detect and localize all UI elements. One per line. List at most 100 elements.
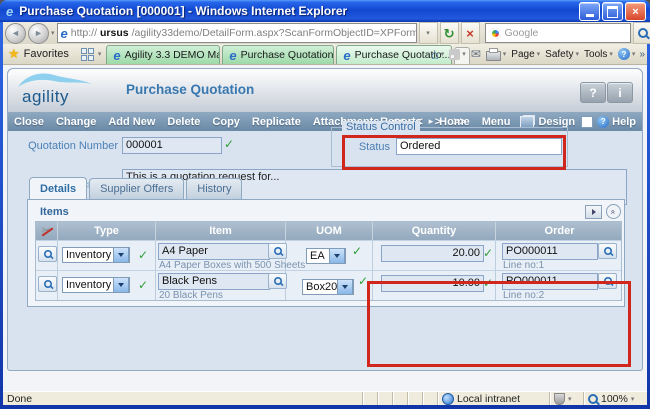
column-quantity: Quantity xyxy=(373,222,496,240)
feeds-button[interactable]: ▾ xyxy=(448,49,467,60)
copy-button[interactable]: Copy xyxy=(206,113,246,131)
app-info-button[interactable]: i xyxy=(607,82,633,103)
change-button[interactable]: Change xyxy=(50,113,102,131)
tab-label: Purchase Quotations xyxy=(241,49,335,61)
close-menu-button[interactable]: Close xyxy=(8,113,50,131)
design-icon xyxy=(520,116,534,128)
address-bar: ◄ ► ▾ e http://ursus/agility33demo/Detai… xyxy=(3,22,647,44)
favorites-button[interactable]: ★ Favorites ▾ xyxy=(3,44,106,64)
uom-select[interactable]: Box20 xyxy=(302,279,354,295)
read-mail-button[interactable]: ✉ xyxy=(470,48,482,60)
type-select[interactable]: Inventory xyxy=(62,247,130,263)
star-icon: ★ xyxy=(8,46,20,62)
address-dropdown-button[interactable]: ▾ xyxy=(419,22,438,44)
uom-select[interactable]: EA xyxy=(306,248,346,264)
help-menu[interactable]: ?▾ xyxy=(617,48,637,60)
chevron-down-icon: ▾ xyxy=(462,50,466,58)
order-field[interactable]: PO000011 xyxy=(502,273,598,290)
forward-button[interactable]: ► xyxy=(28,23,49,44)
replicate-button[interactable]: Replicate xyxy=(246,113,307,131)
magnifier-icon xyxy=(44,280,52,288)
quantity-field[interactable]: 20.00 xyxy=(381,245,484,262)
status-field[interactable]: Ordered xyxy=(396,138,562,155)
history-dropdown-icon[interactable]: ▾ xyxy=(51,29,55,37)
status-control-group: Status Control Status Ordered xyxy=(331,127,568,167)
delete-row-icon[interactable]: ✂ xyxy=(42,226,51,237)
home-button[interactable]: ⌂▾ xyxy=(430,48,445,61)
chevron-down-icon[interactable]: ▾ xyxy=(98,50,102,58)
search-input[interactable]: Google xyxy=(485,23,631,43)
close-button[interactable]: × xyxy=(625,2,646,21)
zoom-control[interactable]: 100% ▾ xyxy=(583,392,647,405)
browser-tab-1[interactable]: e Agility 3.3 DEMO Mast... xyxy=(106,45,220,64)
select-arrow-icon xyxy=(337,279,353,295)
collapse-section-icon[interactable]: » xyxy=(606,204,621,219)
zoom-icon xyxy=(588,394,598,404)
order-lookup-button[interactable] xyxy=(598,273,617,289)
ie-icon: e xyxy=(343,49,350,62)
details-tab-panel: Items » ✂ Type Item UOM Quantity Order xyxy=(27,199,625,307)
select-arrow-icon xyxy=(113,247,129,263)
export-icon[interactable] xyxy=(585,205,602,219)
select-arrow-icon xyxy=(329,248,345,264)
home-icon: ⌂ xyxy=(431,48,439,61)
search-icon xyxy=(638,28,648,38)
order-field[interactable]: PO000011 xyxy=(502,243,598,260)
row-lookup-button[interactable] xyxy=(38,246,57,262)
quantity-field[interactable]: 10.00 xyxy=(381,275,484,292)
item-lookup-button[interactable] xyxy=(268,273,287,289)
help-button[interactable]: Help xyxy=(609,113,639,131)
tab-details[interactable]: Details xyxy=(29,177,87,199)
refresh-button[interactable]: ↻ xyxy=(440,22,459,44)
search-button[interactable]: ▾ xyxy=(633,22,650,44)
item-field[interactable]: Black Pens xyxy=(158,273,270,290)
address-input[interactable]: e http://ursus/agility33demo/DetailForm.… xyxy=(57,23,417,43)
item-description: A4 Paper Boxes with 500 Sheets xyxy=(159,260,305,271)
order-line-number: Line no:2 xyxy=(503,290,544,301)
item-field[interactable]: A4 Paper xyxy=(158,243,270,260)
item-description: 20 Black Pens xyxy=(159,290,223,301)
back-button[interactable]: ◄ xyxy=(5,23,26,44)
magnifier-icon xyxy=(604,247,612,255)
more-commands-icon[interactable]: » xyxy=(639,49,645,60)
stop-button[interactable]: × xyxy=(461,22,480,44)
valid-check-icon: ✓ xyxy=(138,279,148,291)
tools-menu[interactable]: Tools▾ xyxy=(583,49,614,60)
type-value: Inventory xyxy=(66,249,111,261)
zone-label: Local intranet xyxy=(457,393,520,405)
minimize-icon xyxy=(586,14,594,17)
table-row: Inventory ✓ Black Pens 20 Black Pens Box… xyxy=(36,270,621,300)
minimize-button[interactable] xyxy=(579,2,600,21)
maximize-button[interactable] xyxy=(602,2,623,21)
item-lookup-button[interactable] xyxy=(268,243,287,259)
protection-button[interactable]: ▾ xyxy=(549,392,583,405)
quotation-number-label: Quotation Number xyxy=(18,140,118,152)
type-select[interactable]: Inventory xyxy=(62,277,130,293)
safety-menu[interactable]: Safety▾ xyxy=(544,49,580,60)
chevron-down-icon: ▾ xyxy=(609,50,613,58)
row-lookup-button[interactable] xyxy=(38,276,57,292)
printer-icon xyxy=(486,51,501,61)
quick-tabs-icon[interactable] xyxy=(81,48,94,61)
favorites-label: Favorites xyxy=(24,48,69,60)
valid-check-icon: ✓ xyxy=(224,138,234,150)
design-checkbox[interactable] xyxy=(581,116,593,128)
forward-icon: ► xyxy=(34,28,43,38)
status-segment xyxy=(377,392,392,405)
app-help-button[interactable]: ? xyxy=(580,82,606,103)
valid-check-icon: ✓ xyxy=(483,277,493,289)
tab-supplier-offers[interactable]: Supplier Offers xyxy=(89,178,184,199)
agility-logo-text: agility xyxy=(22,87,69,107)
delete-button[interactable]: Delete xyxy=(161,113,206,131)
status-segment xyxy=(407,392,422,405)
quotation-number-field[interactable]: 000001 xyxy=(122,137,222,154)
window-titlebar: e Purchase Quotation [000001] - Windows … xyxy=(0,0,650,22)
print-button[interactable]: ▾ xyxy=(485,48,508,61)
tab-history[interactable]: History xyxy=(186,178,242,199)
command-bar: ⌂▾ ▾ ✉ ▾ Page▾ Safety▾ Tools▾ ?▾ » xyxy=(430,44,645,64)
add-new-button[interactable]: Add New xyxy=(102,113,161,131)
page-ie-icon: e xyxy=(61,27,68,40)
order-lookup-button[interactable] xyxy=(598,243,617,259)
page-menu[interactable]: Page▾ xyxy=(510,49,541,60)
browser-tab-2[interactable]: e Purchase Quotations xyxy=(222,45,334,64)
